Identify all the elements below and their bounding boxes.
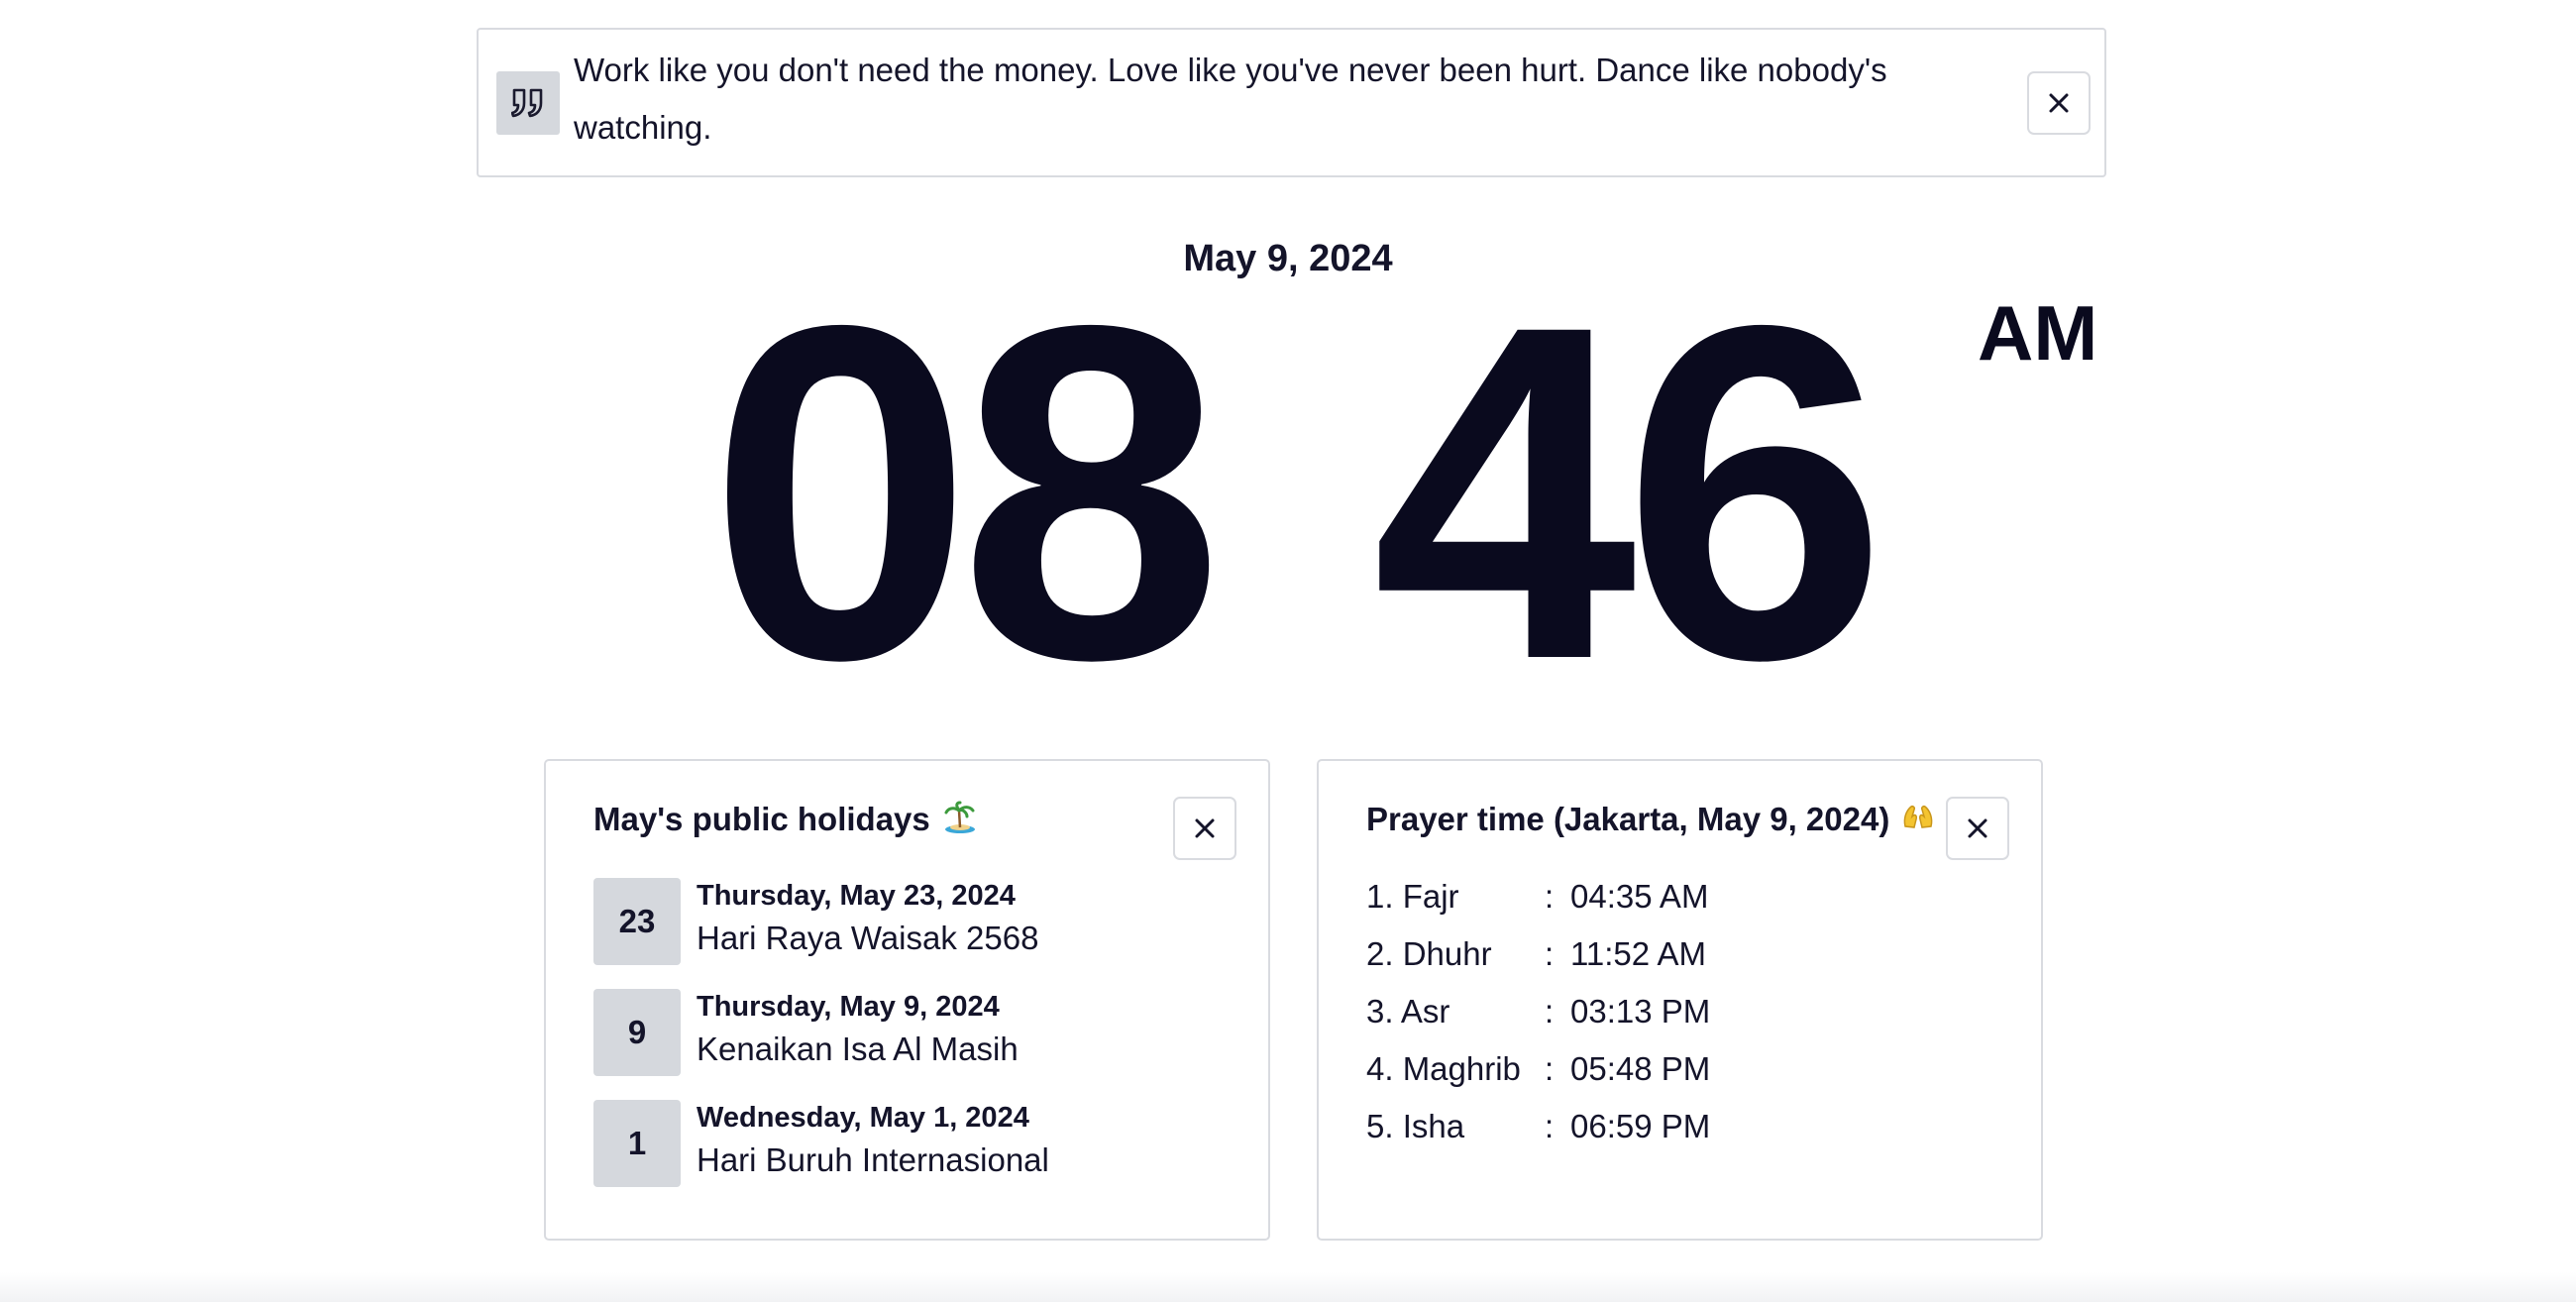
- holiday-day-badge: 9: [593, 989, 681, 1076]
- island-icon: [944, 801, 975, 833]
- praying-hands-icon: [1903, 806, 1932, 828]
- holiday-day-badge: 1: [593, 1100, 681, 1187]
- clock-period: AM: [1978, 289, 2098, 377]
- prayer-name: 1. Fajr: [1366, 878, 1459, 915]
- quote-text: Work like you don't need the money. Love…: [574, 52, 1887, 146]
- holiday-date: Wednesday, May 1, 2024: [697, 1102, 1029, 1134]
- holiday-name: Hari Buruh Internasional: [697, 1141, 1049, 1178]
- prayer-name: 5. Isha: [1366, 1108, 1465, 1144]
- close-holidays-button[interactable]: [1173, 797, 1236, 860]
- holidays-card-title: May's public holidays: [593, 801, 977, 838]
- prayer-title-text: Prayer time (Jakarta, May 9, 2024): [1366, 801, 1890, 837]
- prayer-name: 4. Maghrib: [1366, 1050, 1521, 1087]
- holidays-title-text: May's public holidays: [593, 801, 930, 837]
- prayer-card: Prayer time (Jakarta, May 9, 2024) 1. Fa…: [1317, 759, 2043, 1241]
- clock-minutes: 46: [1372, 226, 1887, 758]
- close-prayer-button[interactable]: [1946, 797, 2009, 860]
- close-icon: [2049, 93, 2069, 113]
- prayer-time: 06:59 PM: [1570, 1108, 1711, 1144]
- holiday-item: 23 Thursday, May 23, 2024 Hari Raya Wais…: [593, 878, 1188, 989]
- prayer-time: 05:48 PM: [1570, 1050, 1711, 1087]
- holiday-name: Hari Raya Waisak 2568: [697, 920, 1039, 956]
- bottom-shade: [0, 1272, 2576, 1302]
- holiday-item: 9 Thursday, May 9, 2024 Kenaikan Isa Al …: [593, 989, 1188, 1100]
- prayer-card-title: Prayer time (Jakarta, May 9, 2024): [1366, 801, 1935, 838]
- close-icon: [1968, 818, 1987, 838]
- holiday-date: Thursday, May 23, 2024: [697, 880, 1016, 912]
- prayer-time: 04:35 AM: [1570, 878, 1709, 915]
- prayer-separator: :: [1545, 1050, 1555, 1087]
- prayer-separator: :: [1545, 993, 1555, 1030]
- holidays-card: May's public holidays 23 Thursday, May 2…: [544, 759, 1270, 1241]
- holiday-day-badge: 23: [593, 878, 681, 965]
- holiday-item: 1 Wednesday, May 1, 2024 Hari Buruh Inte…: [593, 1100, 1188, 1211]
- prayer-time: 11:52 AM: [1570, 935, 1706, 972]
- prayer-time: 03:13 PM: [1570, 993, 1711, 1030]
- quote-icon: [496, 71, 560, 135]
- holiday-name: Kenaikan Isa Al Masih: [697, 1031, 1019, 1067]
- prayer-separator: :: [1545, 935, 1555, 972]
- holidays-list: 23 Thursday, May 23, 2024 Hari Raya Wais…: [593, 878, 1188, 1211]
- current-date: May 9, 2024: [1183, 238, 1393, 279]
- clock-hours: 08: [708, 226, 1224, 758]
- prayer-name: 3. Asr: [1366, 993, 1450, 1030]
- prayer-separator: :: [1545, 878, 1555, 915]
- prayer-name: 2. Dhuhr: [1366, 935, 1492, 972]
- holiday-date: Thursday, May 9, 2024: [697, 991, 1000, 1023]
- quote-banner: Work like you don't need the money. Love…: [477, 28, 2106, 177]
- close-quote-button[interactable]: [2027, 71, 2091, 135]
- prayer-separator: :: [1545, 1108, 1555, 1144]
- close-icon: [1195, 818, 1215, 838]
- page: Work like you don't need the money. Love…: [0, 0, 2576, 1302]
